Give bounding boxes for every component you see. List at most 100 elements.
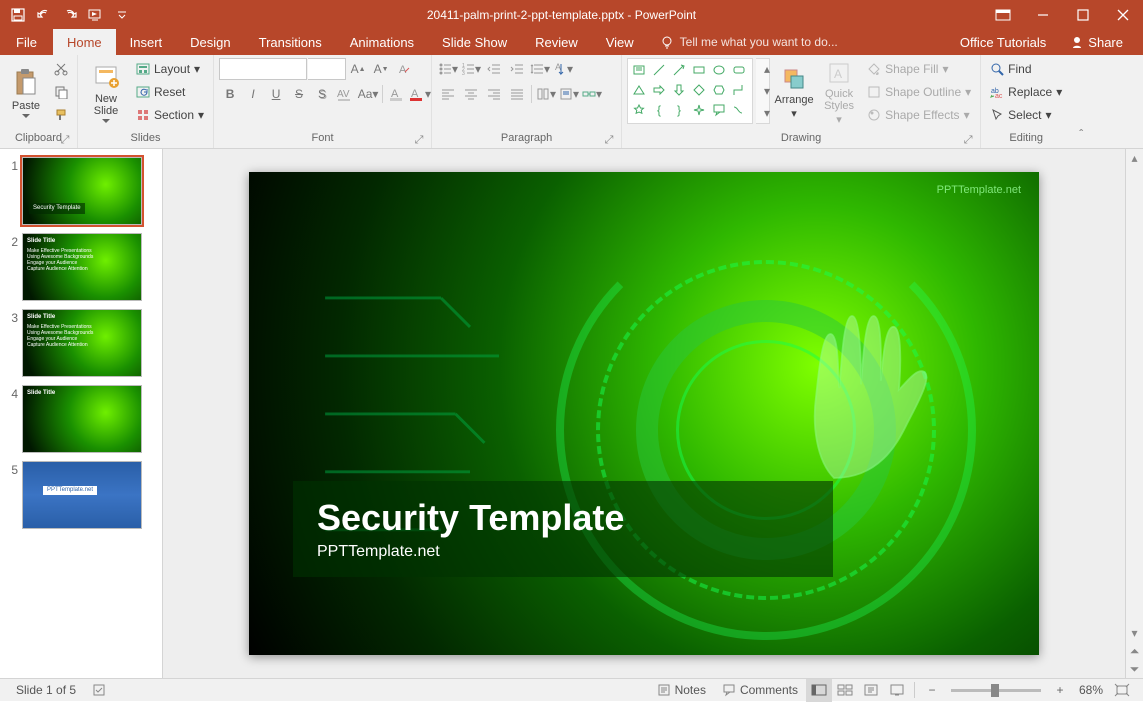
thumbnail-5[interactable]: PPTTemplate.net xyxy=(22,461,142,529)
tab-animations[interactable]: Animations xyxy=(336,29,428,55)
tab-design[interactable]: Design xyxy=(176,29,244,55)
paragraph-dialog-launcher[interactable]: ⤢ xyxy=(602,133,616,147)
slideshow-view-button[interactable] xyxy=(884,679,910,702)
start-from-beginning-button[interactable] xyxy=(84,3,108,27)
arrange-button[interactable]: Arrange▾ xyxy=(773,58,815,128)
align-text-button[interactable]: ▾ xyxy=(558,83,580,105)
shape-elbow[interactable] xyxy=(730,81,748,99)
prev-slide-button[interactable]: ⏶ xyxy=(1126,642,1143,660)
section-button[interactable]: Section ▾ xyxy=(132,104,208,126)
tell-me-search[interactable]: Tell me what you want to do... xyxy=(648,29,948,55)
shape-callout[interactable] xyxy=(710,101,728,119)
collapse-ribbon-button[interactable]: ˆ xyxy=(1071,123,1091,145)
shape-triangle[interactable] xyxy=(630,81,648,99)
thumbnail-3[interactable]: Slide TitleMake Effective PresentationsU… xyxy=(22,309,142,377)
font-name-input[interactable] xyxy=(219,58,307,80)
title-textbox[interactable]: Security Template PPTTemplate.net xyxy=(293,481,833,577)
justify-button[interactable] xyxy=(506,83,528,105)
new-slide-button[interactable]: New Slide xyxy=(83,58,129,128)
comments-button[interactable]: Comments xyxy=(714,679,806,702)
decrease-font-button[interactable]: A▼ xyxy=(370,58,392,80)
thumbnail-1[interactable]: Security Template xyxy=(22,157,142,225)
thumbnail-4[interactable]: Slide Title xyxy=(22,385,142,453)
qat-customize-button[interactable] xyxy=(110,3,134,27)
line-spacing-button[interactable]: ▾ xyxy=(529,58,551,80)
notes-button[interactable]: Notes xyxy=(649,679,714,702)
reading-view-button[interactable] xyxy=(858,679,884,702)
slide-canvas[interactable]: PPTTemplate.net Security Template PPTTem… xyxy=(249,172,1039,655)
thumbnail-2[interactable]: Slide TitleMake Effective PresentationsU… xyxy=(22,233,142,301)
text-shadow-button[interactable]: S xyxy=(311,83,333,105)
slide-thumbnail-panel[interactable]: 1 Security Template 2 Slide TitleMake Ef… xyxy=(0,149,163,678)
close-button[interactable] xyxy=(1103,0,1143,29)
layout-button[interactable]: Layout ▾ xyxy=(132,58,208,80)
tab-file[interactable]: File xyxy=(0,29,53,55)
redo-button[interactable] xyxy=(58,3,82,27)
scroll-up-button[interactable]: ▴ xyxy=(1126,149,1143,167)
underline-button[interactable]: U xyxy=(265,83,287,105)
paste-button[interactable]: Paste xyxy=(5,58,47,128)
spellcheck-button[interactable] xyxy=(84,679,114,702)
align-right-button[interactable] xyxy=(483,83,505,105)
zoom-slider[interactable] xyxy=(951,689,1041,692)
align-center-button[interactable] xyxy=(460,83,482,105)
shape-hexagon[interactable] xyxy=(710,81,728,99)
columns-button[interactable]: ▾ xyxy=(535,83,557,105)
shape-effects-button[interactable]: Shape Effects ▾ xyxy=(863,104,975,126)
align-left-button[interactable] xyxy=(437,83,459,105)
clear-formatting-button[interactable]: A xyxy=(393,58,415,80)
character-spacing-button[interactable]: AV xyxy=(334,83,356,105)
bullets-button[interactable]: ▾ xyxy=(437,58,459,80)
slide-editor[interactable]: PPTTemplate.net Security Template PPTTem… xyxy=(163,149,1125,678)
numbering-button[interactable]: 123▾ xyxy=(460,58,482,80)
strikethrough-button[interactable]: S xyxy=(288,83,310,105)
normal-view-button[interactable] xyxy=(806,679,832,702)
find-button[interactable]: Find xyxy=(986,58,1066,80)
tab-home[interactable]: Home xyxy=(53,29,116,55)
ribbon-display-options-button[interactable] xyxy=(983,0,1023,29)
maximize-button[interactable] xyxy=(1063,0,1103,29)
shape-rounded-rect[interactable] xyxy=(730,61,748,79)
cut-button[interactable] xyxy=(50,58,72,80)
font-size-input[interactable] xyxy=(308,58,346,80)
zoom-out-button[interactable]: − xyxy=(919,679,945,702)
clipboard-dialog-launcher[interactable]: ⤢ xyxy=(58,133,72,147)
decrease-indent-button[interactable] xyxy=(483,58,505,80)
shape-outline-button[interactable]: Shape Outline ▾ xyxy=(863,81,975,103)
reset-button[interactable]: Reset xyxy=(132,81,208,103)
bold-button[interactable]: B xyxy=(219,83,241,105)
next-slide-button[interactable]: ⏷ xyxy=(1126,660,1143,678)
tab-view[interactable]: View xyxy=(592,29,648,55)
vertical-scrollbar[interactable]: ▴ ▾ ⏶ ⏷ xyxy=(1125,149,1143,678)
undo-button[interactable] xyxy=(32,3,56,27)
copy-button[interactable] xyxy=(50,81,72,103)
save-button[interactable] xyxy=(6,3,30,27)
increase-font-button[interactable]: A▲ xyxy=(347,58,369,80)
minimize-button[interactable] xyxy=(1023,0,1063,29)
change-case-button[interactable]: Aa▾ xyxy=(357,83,379,105)
fit-to-window-button[interactable] xyxy=(1109,679,1135,702)
tab-review[interactable]: Review xyxy=(521,29,592,55)
drawing-dialog-launcher[interactable]: ⤢ xyxy=(961,133,975,147)
font-color-button[interactable]: A▾ xyxy=(409,83,431,105)
shape-right-arrow[interactable] xyxy=(650,81,668,99)
shapes-gallery[interactable]: { } xyxy=(627,58,753,124)
shape-star[interactable] xyxy=(630,101,648,119)
format-painter-button[interactable] xyxy=(50,104,72,126)
shape-rect[interactable] xyxy=(690,61,708,79)
font-dialog-launcher[interactable]: ⤢ xyxy=(412,133,426,147)
zoom-slider-thumb[interactable] xyxy=(991,684,999,697)
shape-rbrace[interactable]: } xyxy=(670,101,688,119)
text-direction-button[interactable]: A▾ xyxy=(552,58,574,80)
zoom-level[interactable]: 68% xyxy=(1073,683,1109,697)
tab-transitions[interactable]: Transitions xyxy=(245,29,336,55)
shape-textbox[interactable] xyxy=(630,61,648,79)
slide-sorter-button[interactable] xyxy=(832,679,858,702)
shape-diamond[interactable] xyxy=(690,81,708,99)
select-button[interactable]: Select ▾ xyxy=(986,104,1066,126)
share-button[interactable]: Share xyxy=(1058,35,1135,50)
increase-indent-button[interactable] xyxy=(506,58,528,80)
replace-button[interactable]: abacReplace ▾ xyxy=(986,81,1066,103)
smartart-button[interactable]: ▾ xyxy=(581,83,603,105)
shape-line-arrow[interactable] xyxy=(670,61,688,79)
